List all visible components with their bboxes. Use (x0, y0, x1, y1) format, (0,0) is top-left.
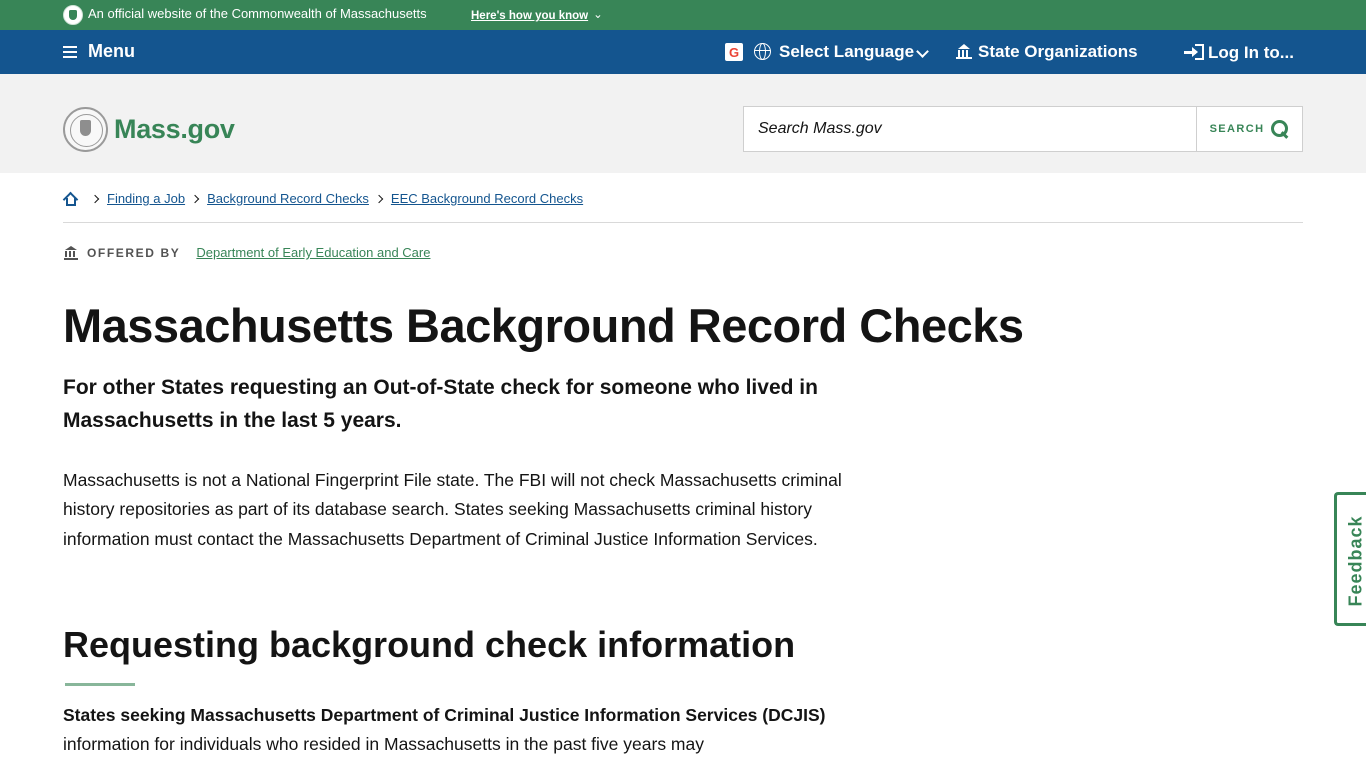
home-icon[interactable] (62, 191, 79, 208)
search-input[interactable] (744, 107, 1196, 151)
chevron-down-icon: ⌄ (593, 9, 603, 21)
login-button[interactable]: Log In to... (1208, 43, 1294, 63)
chevron-right-icon (374, 194, 384, 203)
search-button-label: SEARCH (1209, 123, 1265, 135)
select-language-button[interactable]: Select Language (779, 42, 914, 62)
search-form: SEARCH (743, 106, 1303, 152)
chevron-right-icon (90, 194, 100, 203)
globe-icon (754, 43, 771, 60)
site-header: Mass.gov SEARCH (0, 74, 1366, 173)
state-organizations-button[interactable]: State Organizations (978, 42, 1138, 62)
breadcrumb-link-finding-a-job[interactable]: Finding a Job (107, 191, 185, 206)
breadcrumb: Finding a Job Background Record Checks E… (62, 191, 583, 208)
chevron-right-icon (190, 194, 200, 203)
menu-button[interactable]: Menu (63, 41, 135, 62)
chevron-down-icon (916, 45, 929, 58)
utility-nav: Menu G Select Language State Organizatio… (0, 30, 1366, 74)
state-seal-icon (63, 5, 83, 25)
building-icon (956, 44, 972, 60)
feedback-label: Feedback (1345, 515, 1366, 607)
menu-label: Menu (88, 41, 135, 61)
google-translate-icon: G (725, 43, 743, 61)
hamburger-icon (63, 45, 77, 58)
official-banner-text: An official website of the Commonwealth … (88, 6, 427, 21)
breadcrumb-link-eec-background-record-checks[interactable]: EEC Background Record Checks (391, 191, 583, 206)
feedback-button[interactable]: Feedback (1334, 492, 1366, 626)
breadcrumb-divider (63, 222, 1303, 223)
breadcrumb-link-background-record-checks[interactable]: Background Record Checks (207, 191, 369, 206)
site-logo-text[interactable]: Mass.gov (114, 114, 235, 145)
page-title: Massachusetts Background Record Checks (63, 299, 1024, 352)
how-you-know-button[interactable]: Here's how you know ⌄ (471, 8, 603, 22)
intro-paragraph: Massachusetts is not a National Fingerpr… (63, 470, 842, 549)
section-body-bold: States seeking Massachusetts Department … (63, 705, 826, 725)
section-body-paragraph: States seeking Massachusetts Department … (63, 701, 863, 760)
section-body-text: information for individuals who resided … (63, 734, 704, 755)
how-you-know-label: Here's how you know (471, 10, 589, 22)
building-icon (64, 245, 78, 260)
offered-by-organization-link[interactable]: Department of Early Education and Care (196, 245, 430, 260)
search-button[interactable]: SEARCH (1196, 107, 1302, 151)
offered-by-label: OFFERED BY (87, 245, 181, 260)
login-icon (1184, 44, 1204, 60)
section-heading-underline (65, 683, 135, 686)
search-icon (1271, 120, 1289, 138)
official-banner: An official website of the Commonwealth … (0, 0, 1366, 30)
section-heading: Requesting background check information (63, 624, 796, 665)
page-subtitle: For other States requesting an Out-of-St… (63, 376, 818, 432)
offered-by: OFFERED BY Department of Early Education… (64, 245, 430, 260)
mass-seal-logo[interactable] (63, 107, 108, 152)
